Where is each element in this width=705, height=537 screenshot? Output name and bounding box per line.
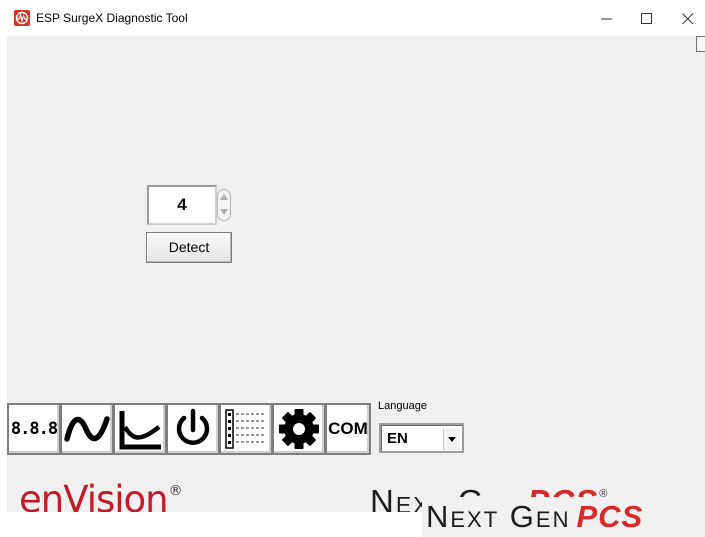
power-button[interactable] (166, 403, 220, 455)
port-number-field[interactable]: 4 (147, 185, 217, 225)
list-icon (225, 409, 266, 449)
port-numeric-control: 4 (147, 185, 235, 225)
spinner (217, 189, 231, 221)
window-title: ESP SurgeX Diagnostic Tool (36, 11, 188, 25)
language-dropdown-button[interactable] (443, 428, 460, 450)
panel-corner-handle[interactable] (696, 36, 705, 52)
settings-button[interactable] (272, 403, 326, 455)
chevron-down-icon (448, 437, 456, 442)
com-port-button[interactable]: COM (325, 403, 371, 455)
com-label: COM (328, 419, 368, 438)
close-button[interactable] (668, 4, 705, 32)
nextgen-logo-word-secondary: Next Gen (426, 499, 571, 534)
curve-chart-icon (119, 411, 161, 450)
envision-registered-mark: ® (168, 483, 183, 499)
gear-icon (279, 409, 319, 449)
app-window: ESP SurgeX Diagnostic Tool 4 Detect 8.8.… (0, 0, 705, 537)
title-bar: ESP SurgeX Diagnostic Tool (0, 0, 705, 36)
minimize-icon (601, 18, 612, 20)
app-logo-icon (14, 10, 30, 26)
language-select[interactable]: EN (379, 423, 464, 453)
pcs-logo-word-secondary: PCS (576, 499, 644, 534)
minimize-button[interactable] (587, 4, 627, 32)
detect-button[interactable]: Detect (146, 232, 232, 263)
list-button[interactable] (219, 403, 273, 455)
maximize-icon (641, 13, 652, 24)
sine-wave-icon (64, 416, 110, 442)
power-icon (176, 408, 210, 445)
language-label: Language (378, 400, 427, 412)
language-value: EN (387, 430, 408, 447)
maximize-button[interactable] (627, 4, 667, 32)
client-area: 4 Detect 8.8.8 COM Language EN enVision®… (7, 36, 705, 521)
arrow-up-icon (220, 194, 228, 200)
close-icon (682, 13, 694, 25)
chart-button[interactable] (113, 403, 167, 455)
decrement-button[interactable] (218, 205, 230, 220)
waveform-button[interactable] (60, 403, 114, 455)
nextgen-pcs-logo-secondary: Next Gen PCS (422, 497, 705, 537)
increment-button[interactable] (218, 190, 230, 205)
seven-segment-icon: 8.8.8 (10, 419, 58, 439)
seven-segment-button[interactable]: 8.8.8 (7, 403, 61, 455)
arrow-down-icon (220, 209, 228, 215)
envision-logo: enVision® (19, 469, 183, 521)
